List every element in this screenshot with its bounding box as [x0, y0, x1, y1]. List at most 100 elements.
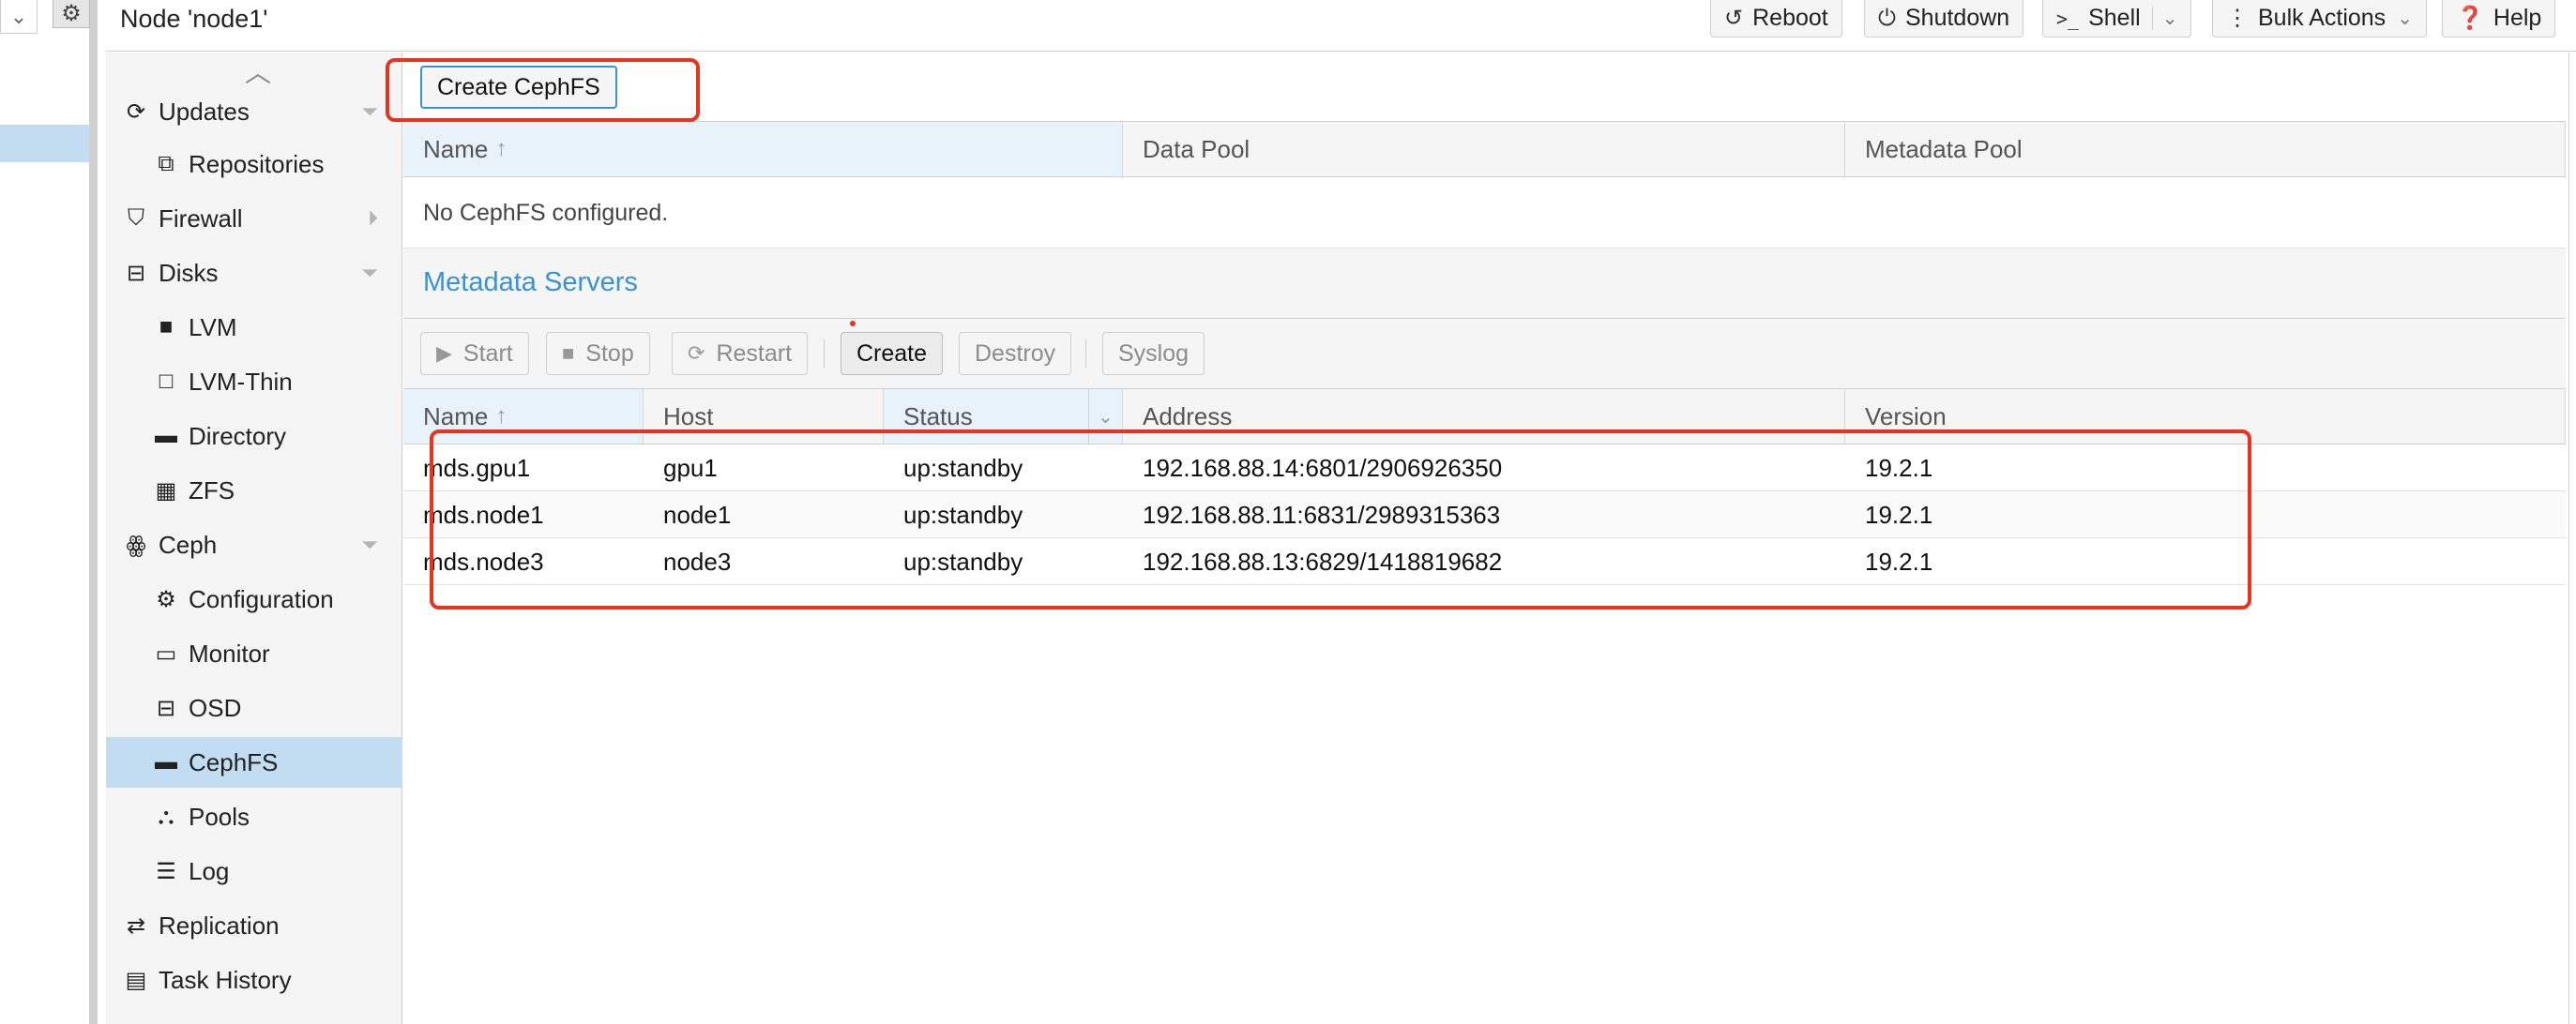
column-header-metadata-pool[interactable]: Metadata Pool	[1845, 122, 2566, 176]
column-header-label: Host	[663, 401, 714, 430]
nav-item-zfs[interactable]: ▦ ZFS	[106, 465, 402, 516]
cell-version: 19.2.1	[1865, 453, 1933, 482]
nav-item-directory[interactable]: ▬ Directory	[106, 411, 402, 461]
nav-item-label: LVM-Thin	[189, 367, 293, 396]
cell-name: mds.node3	[423, 547, 544, 576]
collapse-icon[interactable]: ⏷	[361, 99, 378, 124]
column-menu-trigger-icon[interactable]: ⌄	[1088, 389, 1122, 444]
help-label: Help	[2493, 5, 2542, 31]
stop-button[interactable]: ■ Stop	[546, 332, 650, 375]
section-title: Metadata Servers	[423, 267, 638, 297]
expand-icon[interactable]: ⏵	[368, 206, 378, 231]
nav-item-replication[interactable]: ⇄ Replication	[106, 900, 402, 951]
node-header: Node 'node1' ↺ Reboot ⏻ Shutdown >_ Shel…	[106, 0, 2576, 52]
shutdown-label: Shutdown	[1904, 5, 2010, 31]
column-header-version[interactable]: Version	[1845, 389, 2566, 444]
table-row[interactable]: mds.gpu1 gpu1 up:standby 192.168.88.14:6…	[403, 444, 2566, 491]
cell-host: node1	[663, 500, 732, 529]
shutdown-button[interactable]: ⏻ Shutdown	[1864, 0, 2024, 38]
column-header-label: Version	[1865, 401, 1947, 430]
table-row[interactable]: mds.node3 node3 up:standby 192.168.88.13…	[403, 538, 2566, 585]
column-header-label: Name	[423, 401, 489, 430]
folder-icon: ▬	[155, 749, 177, 775]
nav-item-updates[interactable]: ⟳ Updates ⏷	[106, 86, 402, 137]
toolbar-separator	[824, 339, 825, 368]
create-label: Create	[856, 339, 928, 367]
cephfs-grid-header: Name ↑ Data Pool Metadata Pool	[403, 121, 2566, 177]
power-icon: ⏻	[1878, 5, 1896, 31]
restart-button[interactable]: ⟳ Restart	[672, 332, 809, 375]
cell-status: up:standby	[903, 453, 1023, 482]
nav-item-label: Updates	[159, 97, 250, 126]
square-outline-icon: □	[159, 369, 174, 394]
table-row[interactable]: mds.node1 node1 up:standby 192.168.88.11…	[403, 491, 2566, 538]
nav-item-osd[interactable]: ⊟ OSD	[106, 683, 402, 733]
toolbar-separator	[1085, 339, 1086, 368]
nav-item-label: OSD	[189, 693, 242, 722]
nav-item-repositories[interactable]: ⧉ Repositories	[106, 139, 402, 189]
stop-label: Stop	[585, 339, 634, 367]
view-selector-dropdown[interactable]: ⌄	[0, 0, 38, 34]
column-header-label: Name	[423, 134, 489, 163]
page-title: Node 'node1'	[120, 5, 268, 33]
cell-name: mds.node1	[423, 500, 544, 529]
destroy-button[interactable]: Destroy	[959, 332, 1072, 375]
column-header-label: Metadata Pool	[1865, 134, 2023, 163]
nav-item-cephfs[interactable]: ▬ CephFS	[106, 737, 402, 788]
list-icon: ☰	[156, 858, 176, 884]
cephfs-toolbar: Create CephFS	[403, 53, 2566, 121]
nav-item-pools[interactable]: ⛬ Pools	[106, 791, 402, 842]
scroll-up-icon[interactable]: ︿	[239, 53, 277, 87]
nav-item-lvm-thin[interactable]: □ LVM-Thin	[106, 356, 402, 407]
column-header-host[interactable]: Host	[644, 389, 884, 444]
reboot-label: Reboot	[1752, 5, 1828, 31]
syslog-label: Syslog	[1118, 339, 1190, 367]
column-header-data-pool[interactable]: Data Pool	[1123, 122, 1845, 176]
nav-item-label: Repositories	[189, 149, 325, 178]
bulk-actions-button[interactable]: ⋮ Bulk Actions ⌄	[2212, 0, 2427, 38]
cell-status: up:standby	[903, 547, 1023, 576]
mds-section-header: Metadata Servers	[403, 248, 2566, 319]
nav-item-ceph[interactable]: ꙮ Ceph ⏷	[106, 520, 402, 570]
nav-item-log[interactable]: ☰ Log	[106, 846, 402, 896]
nav-item-configuration[interactable]: ⚙ Configuration	[106, 574, 402, 625]
column-header-status[interactable]: Status ⌄	[884, 389, 1123, 444]
cell-version: 19.2.1	[1865, 500, 1933, 529]
column-header-label: Status	[903, 401, 973, 430]
cephfs-panel: Create CephFS Name ↑ Data Pool Metadata …	[403, 53, 2566, 1024]
create-cephfs-button[interactable]: Create CephFS	[420, 66, 617, 109]
undo-icon: ↺	[1724, 6, 1744, 31]
collapse-icon[interactable]: ⏷	[361, 261, 378, 285]
retweet-icon: ⇄	[126, 912, 146, 939]
nav-item-firewall[interactable]: ⛉ Firewall ⏵	[106, 193, 402, 244]
collapse-icon[interactable]: ⏷	[361, 533, 378, 557]
nav-item-disks[interactable]: ⊟ Disks ⏷	[106, 248, 402, 298]
nav-item-label: Replication	[159, 911, 280, 940]
create-mds-button[interactable]: Create	[841, 332, 944, 375]
hdd-icon: ⊟	[126, 260, 146, 286]
annotation-dot	[850, 321, 856, 326]
chevron-down-icon[interactable]: ⌄	[2151, 7, 2177, 30]
column-header-name[interactable]: Name ↑	[403, 389, 644, 444]
cell-host: gpu1	[663, 453, 718, 482]
syslog-button[interactable]: Syslog	[1102, 332, 1205, 375]
play-icon: ▶	[436, 341, 452, 365]
sort-asc-icon: ↑	[495, 136, 508, 161]
nav-item-monitor[interactable]: ▭ Monitor	[106, 628, 402, 679]
grid-icon: ▦	[155, 477, 177, 504]
column-header-address[interactable]: Address	[1123, 389, 1845, 444]
gear-icon: ⚙	[156, 586, 176, 612]
reboot-button[interactable]: ↺ Reboot	[1710, 0, 1842, 38]
nav-item-task-history[interactable]: ▤ Task History	[106, 955, 402, 1005]
cell-address: 192.168.88.11:6831/2989315363	[1143, 500, 1501, 529]
scrollbar[interactable]	[2568, 53, 2576, 1024]
start-button[interactable]: ▶ Start	[420, 332, 529, 375]
column-header-name[interactable]: Name ↑	[403, 122, 1123, 176]
node-nav-menu: ︿ ⟳ Updates ⏷ ⧉ Repositories ⛉ Firewall …	[106, 53, 402, 1024]
nav-item-label: Ceph	[159, 530, 218, 559]
shell-button[interactable]: >_ Shell ⌄	[2042, 0, 2192, 38]
selected-tree-item[interactable]	[0, 125, 89, 162]
nav-item-lvm[interactable]: ■ LVM	[106, 302, 402, 353]
gear-icon[interactable]: ⚙	[53, 0, 90, 28]
help-button[interactable]: ❓ Help	[2442, 0, 2556, 38]
